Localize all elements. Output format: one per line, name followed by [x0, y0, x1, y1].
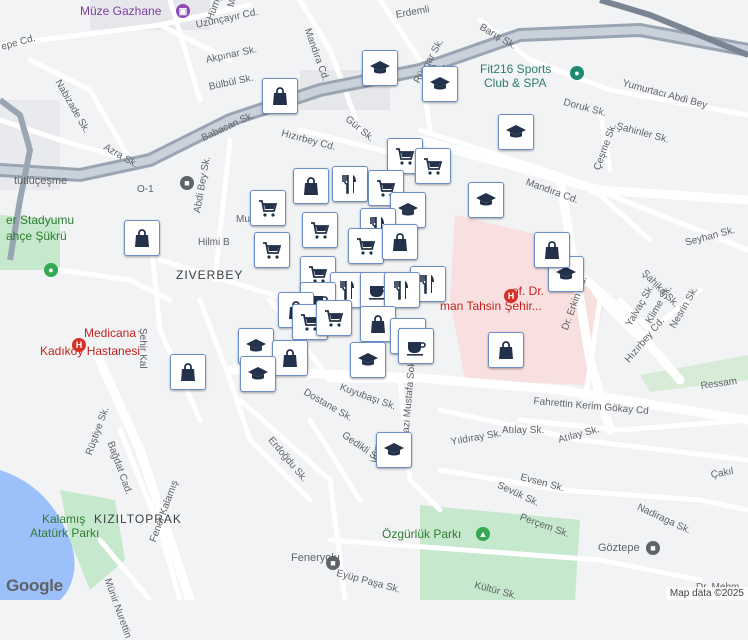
shopping-bag-marker-icon[interactable]	[293, 168, 329, 204]
street-label: Şehir Kal	[137, 328, 148, 369]
shopping-cart-marker-icon[interactable]	[254, 232, 290, 268]
museum-pin-icon[interactable]: ▣	[176, 4, 190, 18]
school-marker-icon[interactable]	[362, 50, 398, 86]
poi-label: Kalamış	[42, 512, 86, 526]
poi-label: tütlüçeşme	[14, 175, 68, 187]
hospital-pin-icon[interactable]: H	[504, 289, 518, 303]
poi-label: Kadıköy Hastanesi	[40, 344, 141, 358]
shopping-bag-marker-icon[interactable]	[262, 78, 298, 114]
gym-pin-icon[interactable]: ●	[570, 66, 584, 80]
shopping-cart-marker-icon[interactable]	[415, 148, 451, 184]
shopping-bag-marker-icon[interactable]	[534, 232, 570, 268]
poi-label: Club & SPA	[484, 76, 547, 90]
train-station-icon[interactable]: ■	[326, 556, 340, 570]
google-logo: Google	[6, 576, 63, 595]
street-label: Mu	[236, 214, 250, 225]
school-marker-icon[interactable]	[350, 342, 386, 378]
street-label: Hilmi B	[198, 237, 230, 248]
shopping-cart-marker-icon[interactable]	[348, 228, 384, 264]
shopping-bag-marker-icon[interactable]	[488, 332, 524, 368]
poi-label: ahçe Şükrü	[6, 229, 67, 243]
restaurant-marker-icon[interactable]	[384, 272, 420, 308]
shopping-cart-marker-icon[interactable]	[302, 212, 338, 248]
area-label: ZIVERBEY	[176, 268, 244, 282]
poi-label: Özgürlük Parkı	[382, 527, 462, 541]
school-marker-icon[interactable]	[422, 66, 458, 102]
train-station-icon[interactable]: ■	[180, 176, 194, 190]
map-attribution: Map data ©2025	[665, 587, 748, 600]
shopping-cart-marker-icon[interactable]	[250, 190, 286, 226]
shopping-bag-marker-icon[interactable]	[382, 224, 418, 260]
restaurant-marker-icon[interactable]	[332, 166, 368, 202]
shopping-bag-marker-icon[interactable]	[170, 354, 206, 390]
train-station-icon[interactable]: ■	[646, 541, 660, 555]
poi-label: Atatürk Parkı	[30, 526, 100, 540]
cafe-marker-icon[interactable]	[398, 328, 434, 364]
street-label: Atılay Sk.	[502, 425, 545, 436]
school-marker-icon[interactable]	[498, 114, 534, 150]
poi-label: Fit216 Sports	[480, 62, 552, 76]
poi-label: Medicana	[84, 326, 137, 340]
poi-label: Göztepe	[598, 542, 640, 554]
poi-label: man Tahsin Şehir...	[440, 299, 542, 313]
shopping-bag-marker-icon[interactable]	[272, 340, 308, 376]
park-pin-icon[interactable]: ●	[44, 263, 58, 277]
shopping-cart-marker-icon[interactable]	[316, 300, 352, 336]
school-marker-icon[interactable]	[468, 182, 504, 218]
shopping-bag-marker-icon[interactable]	[124, 220, 160, 256]
hospital-pin-icon[interactable]: H	[72, 338, 86, 352]
street-label: O-1	[137, 184, 154, 195]
school-marker-icon[interactable]	[240, 356, 276, 392]
school-marker-icon[interactable]	[376, 432, 412, 468]
poi-label: Müze Gazhane	[80, 4, 162, 18]
poi-label: er Stadyumu	[6, 213, 75, 227]
park-pin-icon[interactable]: ▲	[476, 527, 490, 541]
